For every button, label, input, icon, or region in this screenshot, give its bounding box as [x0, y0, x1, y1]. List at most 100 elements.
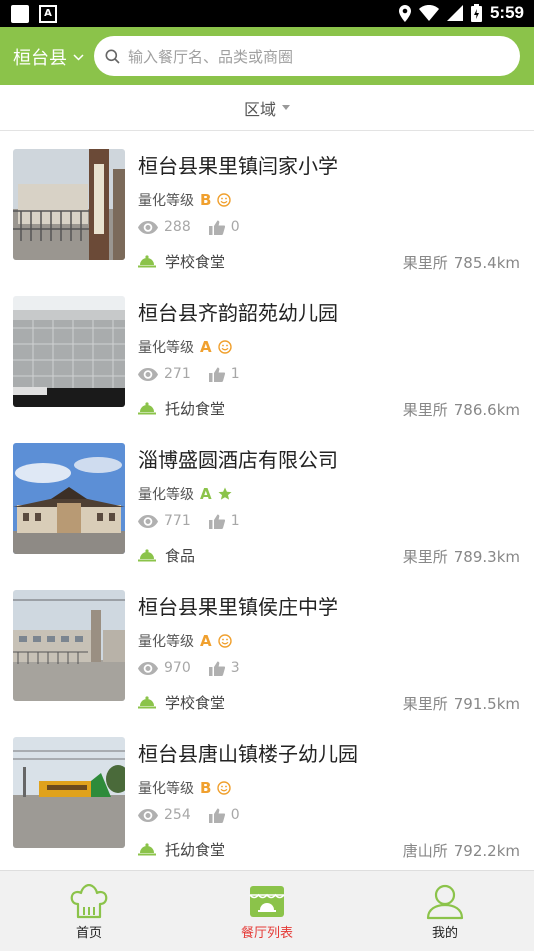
restaurant-item[interactable]: 桓台县齐韵韶苑幼儿园 量化等级 A 271 1 托幼食堂 果里所 786.6km	[0, 278, 534, 425]
storefront-icon	[249, 886, 285, 917]
tab-restaurant-list[interactable]: 餐厅列表	[178, 871, 356, 951]
restaurant-item[interactable]: 桓台县果里镇闫家小学 量化等级 B 288 0 学校食堂 果里所 785.4km	[0, 131, 534, 278]
dish-cover-icon	[138, 255, 156, 268]
search-input[interactable]: 输入餐厅名、品类或商圈	[128, 46, 293, 67]
smile-icon	[217, 340, 232, 354]
tab-profile-label: 我的	[431, 926, 458, 941]
category-row: 食品	[138, 545, 195, 566]
thumbs-up-icon	[208, 661, 225, 676]
search-icon	[105, 49, 120, 64]
category-label: 学校食堂	[165, 694, 226, 712]
distance-info: 果里所 789.3km	[403, 546, 520, 567]
restaurant-item[interactable]: 淄博盛圆酒店有限公司 量化等级 A 771 1 食品 果里所 789.3km	[0, 425, 534, 572]
grade-row: 量化等级 B	[138, 778, 232, 798]
eye-icon	[138, 367, 158, 381]
distance-info: 果里所 785.4km	[403, 252, 520, 273]
chef-hat-icon	[70, 884, 108, 919]
city-label: 桓台县	[13, 48, 67, 69]
grade-label: 量化等级	[138, 781, 194, 797]
category-row: 学校食堂	[138, 251, 225, 272]
station-label: 果里所	[402, 254, 448, 272]
notification-icon	[11, 5, 29, 23]
user-icon	[426, 884, 464, 920]
stats-row: 254 0	[138, 807, 258, 823]
top-bar: 桓台县 输入餐厅名、品类或商圈	[0, 27, 534, 85]
grade-row: 量化等级 B	[138, 190, 232, 210]
grade-letter: A	[200, 485, 212, 503]
category-label: 托幼食堂	[165, 400, 226, 418]
stats-row: 970 3	[138, 660, 258, 676]
search-bar[interactable]: 输入餐厅名、品类或商圈	[94, 36, 520, 76]
location-icon	[398, 4, 411, 22]
star-icon	[218, 487, 232, 500]
restaurant-photo	[13, 149, 125, 260]
signal-icon	[446, 5, 463, 21]
grade-label: 量化等级	[138, 634, 194, 650]
distance-value: 785.4km	[453, 254, 520, 272]
restaurant-photo	[13, 443, 125, 554]
station-label: 唐山所	[402, 842, 448, 860]
tab-restaurant-list-label: 餐厅列表	[240, 926, 293, 941]
distance-value: 786.6km	[453, 401, 520, 419]
dish-cover-icon	[138, 402, 156, 415]
restaurant-photo	[13, 296, 125, 407]
view-count: 288	[164, 219, 191, 235]
category-row: 托幼食堂	[138, 839, 225, 860]
bottom-tab-bar: 首页 餐厅列表 我的	[0, 870, 534, 951]
category-row: 托幼食堂	[138, 398, 225, 419]
app-notification-icon: A	[39, 5, 57, 23]
region-filter[interactable]: 区域	[0, 85, 534, 131]
distance-info: 唐山所 792.2km	[403, 840, 520, 861]
grade-row: 量化等级 A	[138, 631, 232, 651]
dish-cover-icon	[138, 696, 156, 709]
tab-home[interactable]: 首页	[0, 871, 178, 951]
restaurant-item[interactable]: 桓台县果里镇侯庄中学 量化等级 A 970 3 学校食堂 果里所 791.5km	[0, 572, 534, 719]
status-bar: A 5:59	[0, 0, 534, 27]
tab-profile[interactable]: 我的	[356, 871, 534, 951]
grade-label: 量化等级	[138, 193, 194, 209]
grade-label: 量化等级	[138, 487, 194, 503]
dish-cover-icon	[138, 549, 156, 562]
stats-row: 771 1	[138, 513, 258, 529]
thumbs-up-icon	[208, 808, 225, 823]
distance-info: 果里所 791.5km	[403, 693, 520, 714]
grade-label: 量化等级	[138, 340, 194, 356]
tab-home-label: 首页	[75, 926, 102, 941]
stats-row: 271 1	[138, 366, 258, 382]
like-count: 0	[230, 219, 240, 235]
restaurant-name: 桓台县果里镇闫家小学	[138, 154, 338, 178]
view-count: 970	[164, 660, 191, 676]
restaurant-name: 桓台县唐山镇楼子幼儿园	[138, 742, 358, 766]
wifi-icon	[418, 5, 439, 21]
like-count: 0	[230, 807, 240, 823]
grade-letter: A	[200, 338, 212, 356]
eye-icon	[138, 220, 158, 234]
like-count: 1	[230, 513, 240, 529]
dish-cover-icon	[138, 843, 156, 856]
smile-icon	[217, 634, 232, 648]
grade-letter: B	[200, 191, 212, 209]
grade-row: 量化等级 A	[138, 484, 232, 504]
restaurant-name: 桓台县果里镇侯庄中学	[138, 595, 338, 619]
thumbs-up-icon	[208, 514, 225, 529]
like-count: 3	[230, 660, 240, 676]
distance-value: 791.5km	[453, 695, 520, 713]
view-count: 254	[164, 807, 191, 823]
station-label: 果里所	[402, 548, 448, 566]
grade-letter: B	[200, 779, 212, 797]
category-row: 学校食堂	[138, 692, 225, 713]
view-count: 771	[164, 513, 191, 529]
grade-letter: A	[200, 632, 212, 650]
eye-icon	[138, 808, 158, 822]
battery-icon	[470, 4, 482, 22]
category-label: 食品	[165, 547, 196, 565]
distance-info: 果里所 786.6km	[403, 399, 520, 420]
restaurant-item[interactable]: 桓台县唐山镇楼子幼儿园 量化等级 B 254 0 托幼食堂 唐山所 792.2km	[0, 719, 534, 866]
like-count: 1	[230, 366, 240, 382]
grade-row: 量化等级 A	[138, 337, 232, 357]
city-selector[interactable]: 桓台县	[13, 44, 84, 70]
distance-value: 789.3km	[453, 548, 520, 566]
category-label: 托幼食堂	[165, 841, 226, 859]
restaurant-photo	[13, 590, 125, 701]
restaurant-name: 桓台县齐韵韶苑幼儿园	[138, 301, 338, 325]
